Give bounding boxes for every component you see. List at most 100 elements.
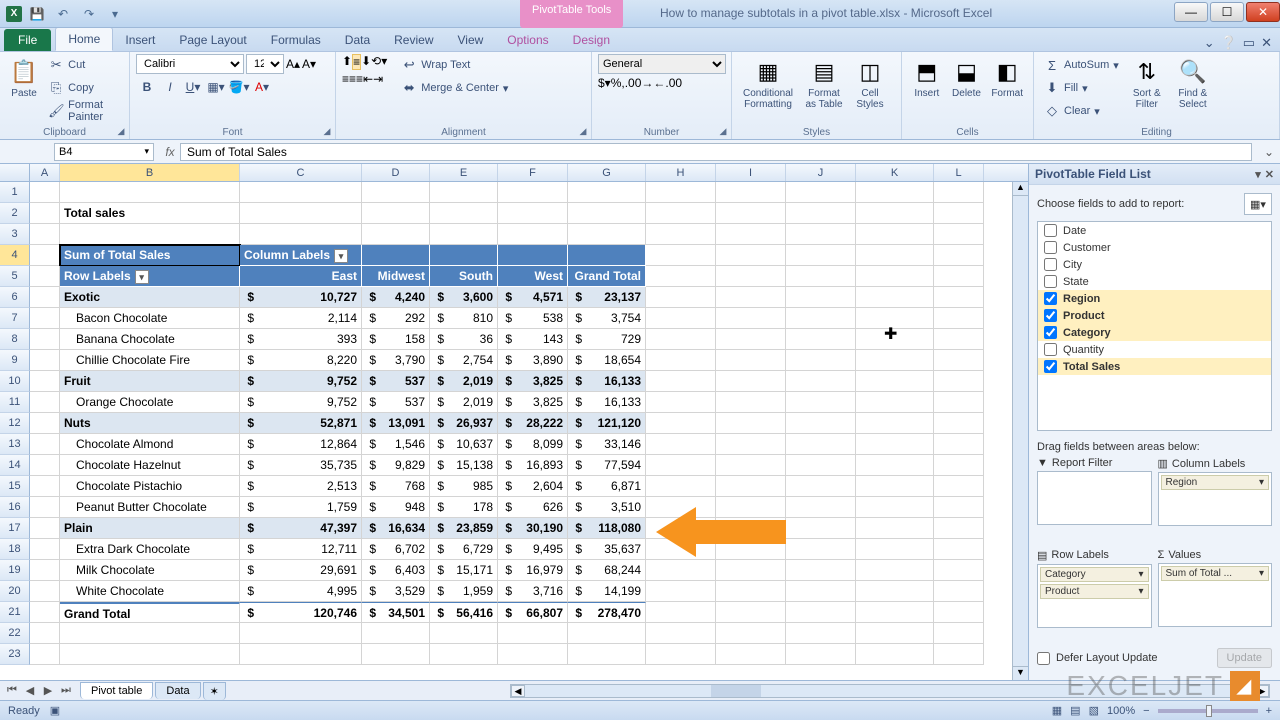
tab-page-layout[interactable]: Page Layout: [167, 29, 258, 51]
pivot-value[interactable]: $47,397: [240, 518, 362, 539]
area-item-dropdown-icon[interactable]: ▾: [1138, 569, 1143, 580]
align-bottom-icon[interactable]: ⬇: [361, 54, 371, 70]
column-header-F[interactable]: F: [498, 164, 568, 181]
tab-nav-next-icon[interactable]: ▶: [40, 684, 56, 697]
pivot-col-Grand Total[interactable]: Grand Total: [568, 266, 646, 287]
pivot-value[interactable]: $393: [240, 329, 362, 350]
field-list-layout-button[interactable]: ▦▾: [1244, 193, 1272, 215]
row-label[interactable]: Chillie Chocolate Fire: [60, 350, 240, 371]
file-tab[interactable]: File: [4, 29, 51, 51]
column-labels-header[interactable]: Column Labels▾: [240, 245, 362, 266]
row-label[interactable]: Chocolate Hazelnut: [60, 455, 240, 476]
zoom-out-icon[interactable]: −: [1143, 705, 1149, 717]
formula-input[interactable]: Sum of Total Sales: [180, 143, 1252, 161]
pivot-value[interactable]: $66,807: [498, 602, 568, 623]
column-header-E[interactable]: E: [430, 164, 498, 181]
area-item-dropdown-icon[interactable]: ▾: [1259, 568, 1264, 579]
wrap-text-button[interactable]: ↩Wrap Text: [397, 54, 512, 76]
pivot-value[interactable]: $16,133: [568, 371, 646, 392]
pivot-value[interactable]: $985: [430, 476, 498, 497]
pivot-value[interactable]: $3,600: [430, 287, 498, 308]
pivot-value[interactable]: $52,871: [240, 413, 362, 434]
increase-font-icon[interactable]: A▴: [286, 57, 300, 71]
decrease-indent-icon[interactable]: ⇤: [363, 72, 373, 86]
pivot-value[interactable]: $28,222: [498, 413, 568, 434]
align-left-icon[interactable]: ≡: [342, 72, 349, 86]
row-filter-icon[interactable]: ▾: [135, 270, 149, 284]
pivot-value[interactable]: $3,825: [498, 371, 568, 392]
tab-options[interactable]: Options: [495, 29, 560, 51]
field-product[interactable]: Product: [1038, 307, 1271, 324]
font-color-button[interactable]: A▾: [251, 76, 273, 98]
merge-center-button[interactable]: ⬌Merge & Center ▾: [397, 77, 512, 99]
new-sheet-tab[interactable]: ✶: [203, 682, 226, 700]
pivot-value[interactable]: $118,080: [568, 518, 646, 539]
zoom-slider[interactable]: [1158, 709, 1258, 713]
pivot-value[interactable]: $6,871: [568, 476, 646, 497]
pivot-value[interactable]: $3,529: [362, 581, 430, 602]
pivot-value[interactable]: $278,470: [568, 602, 646, 623]
pivot-value[interactable]: $2,019: [430, 371, 498, 392]
format-as-table-button[interactable]: ▤Format as Table: [800, 54, 848, 112]
pivot-value[interactable]: $12,864: [240, 434, 362, 455]
minimize-ribbon-icon[interactable]: ⌄: [1204, 35, 1215, 51]
column-labels-area[interactable]: Region▾: [1158, 472, 1273, 526]
row-label[interactable]: Chocolate Pistachio: [60, 476, 240, 497]
pivot-value[interactable]: $2,513: [240, 476, 362, 497]
pivot-value[interactable]: $56,416: [430, 602, 498, 623]
pivot-value[interactable]: $1,546: [362, 434, 430, 455]
row-label[interactable]: Orange Chocolate: [60, 392, 240, 413]
close-button[interactable]: ✕: [1246, 2, 1280, 22]
view-page-break-icon[interactable]: ▧: [1089, 704, 1099, 717]
pivot-col-Midwest[interactable]: Midwest: [362, 266, 430, 287]
field-customer[interactable]: Customer: [1038, 239, 1271, 256]
field-state[interactable]: State: [1038, 273, 1271, 290]
qat-redo-icon[interactable]: ↷: [78, 3, 100, 25]
row-label[interactable]: Plain: [60, 518, 240, 539]
field-checkbox[interactable]: [1044, 343, 1057, 356]
field-checkbox[interactable]: [1044, 326, 1057, 339]
pivot-value[interactable]: $537: [362, 371, 430, 392]
number-format-select[interactable]: General: [598, 54, 726, 74]
align-middle-icon[interactable]: ≡: [352, 54, 361, 70]
pivot-value[interactable]: $15,171: [430, 560, 498, 581]
zoom-in-icon[interactable]: +: [1266, 705, 1272, 717]
pivot-value[interactable]: $3,790: [362, 350, 430, 371]
minimize-button[interactable]: —: [1174, 2, 1208, 22]
row-label[interactable]: Milk Chocolate: [60, 560, 240, 581]
row-label[interactable]: Nuts: [60, 413, 240, 434]
pivot-value[interactable]: $143: [498, 329, 568, 350]
pivot-value[interactable]: $23,859: [430, 518, 498, 539]
area-item[interactable]: Category▾: [1040, 567, 1149, 582]
zoom-level[interactable]: 100%: [1107, 705, 1135, 717]
pivot-value[interactable]: $158: [362, 329, 430, 350]
pivot-value[interactable]: $4,240: [362, 287, 430, 308]
pivot-value[interactable]: $18,654: [568, 350, 646, 371]
field-checkbox[interactable]: [1044, 224, 1057, 237]
column-header-G[interactable]: G: [568, 164, 646, 181]
tab-formulas[interactable]: Formulas: [259, 29, 333, 51]
align-right-icon[interactable]: ≡: [356, 72, 363, 86]
cut-button[interactable]: ✂Cut: [44, 54, 123, 76]
pivot-value[interactable]: $8,220: [240, 350, 362, 371]
row-label[interactable]: White Chocolate: [60, 581, 240, 602]
field-quantity[interactable]: Quantity: [1038, 341, 1271, 358]
pivot-value[interactable]: $948: [362, 497, 430, 518]
tab-nav-first-icon[interactable]: ⏮: [4, 684, 20, 697]
formula-expand-icon[interactable]: ⌄: [1258, 145, 1280, 159]
font-size-select[interactable]: 12: [246, 54, 284, 74]
row-label[interactable]: Exotic: [60, 287, 240, 308]
row-label[interactable]: Chocolate Almond: [60, 434, 240, 455]
row-label[interactable]: Bacon Chocolate: [60, 308, 240, 329]
pivot-value[interactable]: $9,829: [362, 455, 430, 476]
pivot-value[interactable]: $768: [362, 476, 430, 497]
align-top-icon[interactable]: ⬆: [342, 54, 352, 70]
help-icon[interactable]: ❔: [1221, 35, 1237, 51]
pivot-value[interactable]: $626: [498, 497, 568, 518]
pivot-col-East[interactable]: East: [240, 266, 362, 287]
sheet-tab-pivot[interactable]: Pivot table: [80, 682, 153, 699]
pivot-value[interactable]: $729: [568, 329, 646, 350]
field-region[interactable]: Region: [1038, 290, 1271, 307]
pivot-value[interactable]: $538: [498, 308, 568, 329]
pivot-value[interactable]: $178: [430, 497, 498, 518]
